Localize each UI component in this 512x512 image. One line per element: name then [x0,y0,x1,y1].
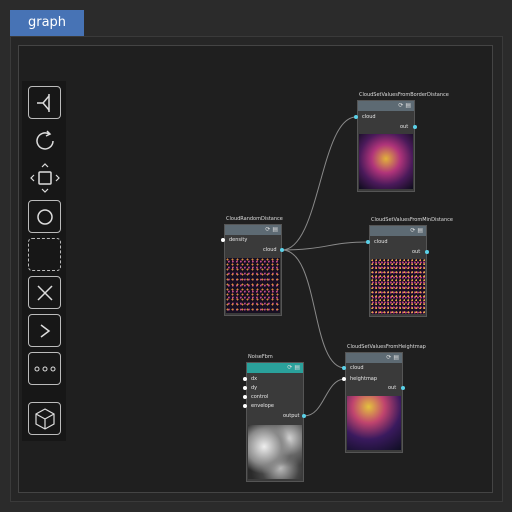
port-label: dy [251,385,258,391]
port-label: cloud [350,365,364,371]
node-buttons-icon: ⟳ ▤ [398,102,411,109]
port-label: output [283,413,300,419]
node-buttons-icon: ⟳ ▤ [410,227,423,234]
port-label: density [229,237,248,243]
output-port[interactable] [302,414,306,418]
port-label: heightmap [350,376,378,382]
wire [303,378,346,417]
port-label: out [400,124,409,130]
port-label: envelope [251,403,274,409]
node-header: ⟳ ▤ [358,101,414,111]
port-label: cloud [263,247,277,253]
port-label: cloud [374,239,388,245]
cloud-preview [359,134,413,189]
port-label: cloud [362,114,376,120]
output-port[interactable] [413,125,417,129]
node-title: NoiseFbm [248,354,273,360]
node-buttons-icon: ⟳ ▤ [265,226,278,233]
input-port[interactable] [243,386,247,390]
node-title: CloudSetValuesFromHeightmap [347,344,426,350]
cloud-preview [226,258,280,313]
wire [281,249,346,369]
cloud-preview [371,259,425,314]
node-header: ⟳ ▤ [346,353,402,363]
output-port[interactable] [425,250,429,254]
input-port[interactable] [354,115,358,119]
node-header: ⟳ ▤ [247,363,303,373]
node-buttons-icon: ⟳ ▤ [287,364,300,371]
input-port[interactable] [243,395,247,399]
input-port[interactable] [221,238,225,242]
node-title: CloudSetValuesFromMinDistance [371,217,453,223]
wire [281,116,357,251]
node-buttons-icon: ⟳ ▤ [386,354,399,361]
input-port[interactable] [243,404,247,408]
input-port[interactable] [243,377,247,381]
noise-preview [248,425,302,479]
node-header: ⟳ ▤ [370,226,426,236]
node-header: ⟳ ▤ [225,225,281,235]
input-port[interactable] [342,366,346,370]
input-port[interactable] [342,377,346,381]
output-port[interactable] [280,248,284,252]
node-title: CloudSetValuesFromBorderDistance [359,92,449,98]
port-label: control [251,394,269,400]
cloud-preview [347,396,401,450]
node-title: CloudRandomDistance [226,216,283,222]
port-label: out [388,385,397,391]
input-port[interactable] [366,240,370,244]
output-port[interactable] [401,386,405,390]
port-label: out [412,249,421,255]
port-label: dx [251,376,258,382]
